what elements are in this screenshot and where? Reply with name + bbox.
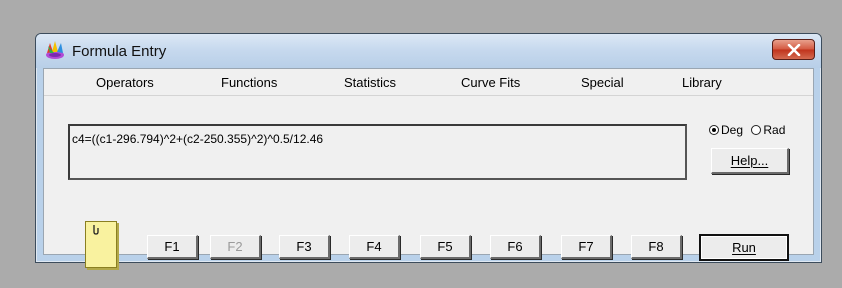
window-title: Formula Entry bbox=[72, 43, 167, 60]
menu-bar: Operators Functions Statistics Curve Fit… bbox=[44, 69, 813, 96]
f3-button[interactable]: F3 bbox=[279, 235, 330, 259]
run-button-label: Run bbox=[732, 240, 756, 255]
dialog-body: Operators Functions Statistics Curve Fit… bbox=[43, 68, 814, 268]
f2-button: F2 bbox=[210, 235, 261, 259]
sticky-note-icon[interactable] bbox=[85, 221, 117, 268]
note-pin-icon bbox=[93, 225, 99, 235]
f4-button[interactable]: F4 bbox=[349, 235, 400, 259]
radio-rad[interactable]: Rad bbox=[751, 123, 785, 137]
radio-rad-label: Rad bbox=[763, 123, 786, 137]
menu-special[interactable]: Special bbox=[581, 75, 624, 90]
help-button[interactable]: Help... bbox=[711, 148, 789, 174]
close-button[interactable] bbox=[772, 39, 815, 60]
radio-deg-indicator bbox=[709, 125, 719, 135]
f6-label: F6 bbox=[507, 239, 523, 254]
close-x-icon bbox=[787, 43, 800, 56]
menu-library[interactable]: Library bbox=[682, 75, 722, 90]
f1-button[interactable]: F1 bbox=[147, 235, 198, 259]
formula-input[interactable]: c4=((c1-296.794)^2+(c2-250.355)^2)^0.5/1… bbox=[68, 124, 687, 180]
f1-label: F1 bbox=[164, 239, 180, 254]
radio-rad-indicator bbox=[751, 125, 762, 135]
f4-label: F4 bbox=[366, 239, 382, 254]
radio-deg-label: Deg bbox=[721, 123, 744, 137]
f5-button[interactable]: F5 bbox=[420, 235, 471, 259]
angle-mode-group: Deg Rad bbox=[709, 123, 790, 138]
help-button-label: Help... bbox=[730, 153, 769, 168]
f5-label: F5 bbox=[437, 239, 453, 254]
palette-flower-icon bbox=[46, 41, 64, 59]
menu-functions[interactable]: Functions bbox=[221, 75, 277, 90]
f8-label: F8 bbox=[648, 239, 664, 254]
f2-label: F2 bbox=[227, 239, 243, 254]
run-button[interactable]: Run bbox=[699, 234, 789, 261]
menu-operators[interactable]: Operators bbox=[96, 75, 154, 90]
f3-label: F3 bbox=[296, 239, 312, 254]
menu-statistics[interactable]: Statistics bbox=[344, 75, 396, 90]
f7-label: F7 bbox=[578, 239, 594, 254]
f7-button[interactable]: F7 bbox=[561, 235, 612, 259]
radio-deg[interactable]: Deg bbox=[709, 123, 743, 137]
f8-button[interactable]: F8 bbox=[631, 235, 682, 259]
formula-entry-window: Formula Entry Operators Functions Statis… bbox=[35, 33, 822, 268]
menu-curve-fits[interactable]: Curve Fits bbox=[461, 75, 520, 90]
f6-button[interactable]: F6 bbox=[490, 235, 541, 259]
title-bar[interactable]: Formula Entry bbox=[36, 34, 821, 68]
